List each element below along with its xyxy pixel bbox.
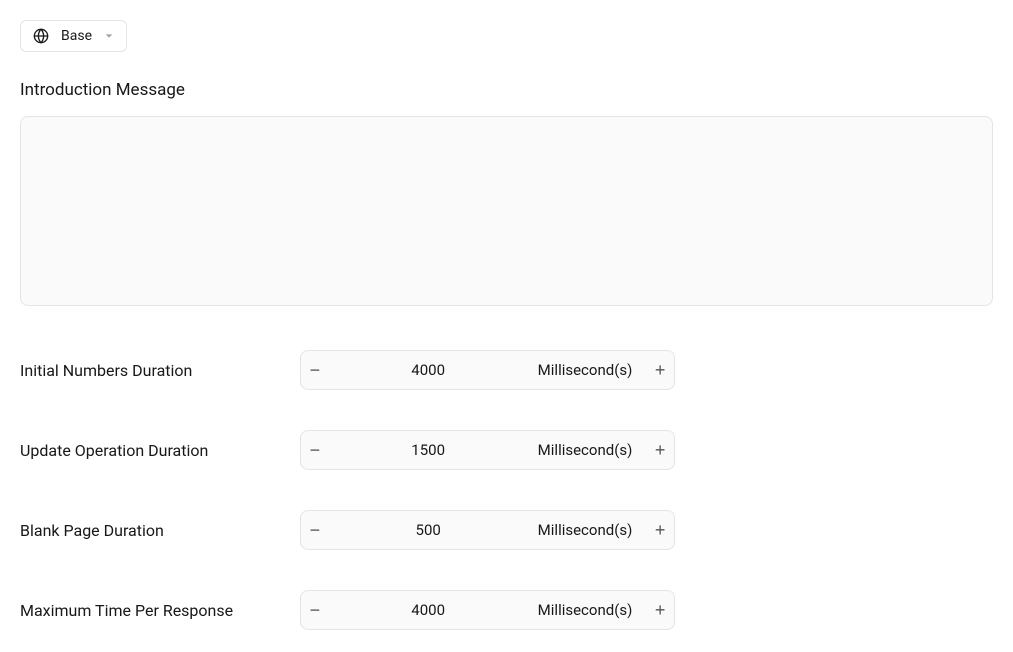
- stepper-value-input[interactable]: [329, 591, 528, 629]
- decrement-button[interactable]: −: [301, 431, 329, 469]
- intro-message-title: Introduction Message: [20, 80, 993, 100]
- field-blank-page-duration: Blank Page Duration − Millisecond(s) +: [20, 510, 993, 550]
- stepper-value-input[interactable]: [329, 351, 528, 389]
- language-selector[interactable]: Base: [20, 20, 127, 52]
- stepper-max-time-per-response: − Millisecond(s) +: [300, 590, 675, 630]
- field-label: Update Operation Duration: [20, 441, 300, 460]
- caret-down-icon: [104, 31, 114, 41]
- field-update-operation-duration: Update Operation Duration − Millisecond(…: [20, 430, 993, 470]
- stepper-unit: Millisecond(s): [528, 351, 647, 389]
- increment-button[interactable]: +: [646, 351, 674, 389]
- globe-icon: [33, 28, 49, 44]
- stepper-value-input[interactable]: [329, 431, 528, 469]
- increment-button[interactable]: +: [646, 511, 674, 549]
- stepper-blank-page-duration: − Millisecond(s) +: [300, 510, 675, 550]
- decrement-button[interactable]: −: [301, 591, 329, 629]
- stepper-unit: Millisecond(s): [528, 591, 647, 629]
- field-label: Maximum Time Per Response: [20, 601, 300, 620]
- stepper-update-operation-duration: − Millisecond(s) +: [300, 430, 675, 470]
- intro-message-textarea[interactable]: [20, 116, 993, 306]
- stepper-value-input[interactable]: [329, 511, 528, 549]
- field-label: Blank Page Duration: [20, 521, 300, 540]
- stepper-unit: Millisecond(s): [528, 511, 647, 549]
- increment-button[interactable]: +: [646, 591, 674, 629]
- decrement-button[interactable]: −: [301, 351, 329, 389]
- field-max-time-per-response: Maximum Time Per Response − Millisecond(…: [20, 590, 993, 630]
- field-label: Initial Numbers Duration: [20, 361, 300, 380]
- decrement-button[interactable]: −: [301, 511, 329, 549]
- stepper-initial-numbers-duration: − Millisecond(s) +: [300, 350, 675, 390]
- stepper-unit: Millisecond(s): [528, 431, 647, 469]
- language-selector-label: Base: [61, 28, 92, 44]
- increment-button[interactable]: +: [646, 431, 674, 469]
- field-initial-numbers-duration: Initial Numbers Duration − Millisecond(s…: [20, 350, 993, 390]
